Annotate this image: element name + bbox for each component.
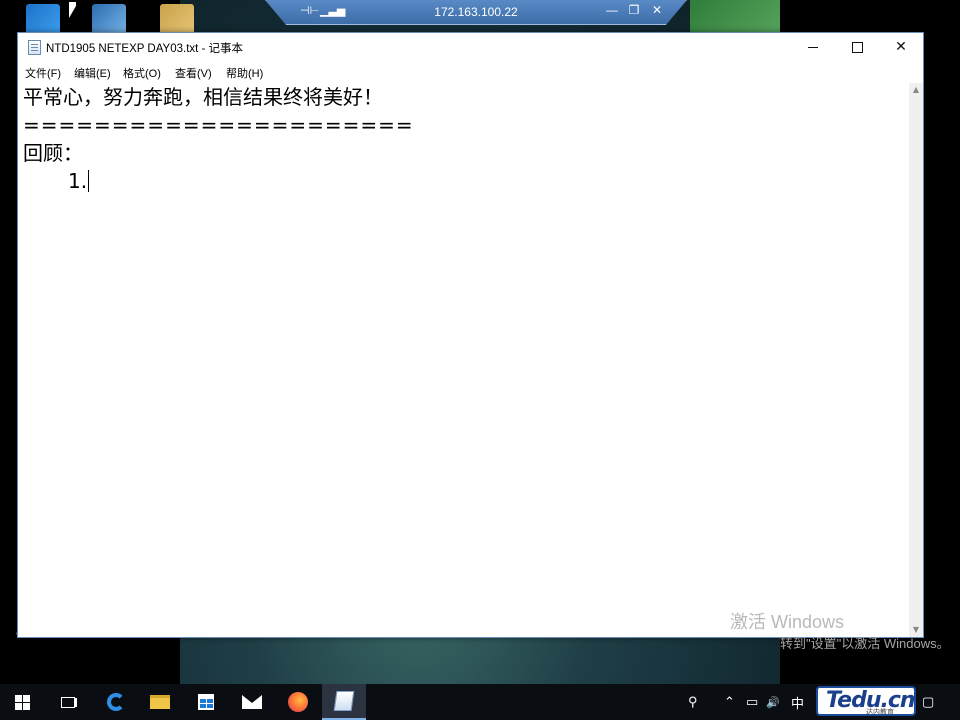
remote-restore-button[interactable]: ❐ <box>626 3 642 17</box>
text-caret <box>88 170 90 192</box>
menu-file[interactable]: 文件(F) <box>25 65 61 81</box>
menu-bar: 文件(F) 编辑(E) 格式(O) 查看(V) 帮助(H) <box>18 61 923 83</box>
notepad-window: NTD1905 NETEXP DAY03.txt - 记事本 ✕ 文件(F) 编… <box>17 32 924 638</box>
people-button[interactable]: ⚲ <box>688 684 698 720</box>
editor-line-4-text: 1. <box>68 169 88 193</box>
taskbar-notepad[interactable] <box>322 684 366 720</box>
start-button[interactable] <box>0 684 44 720</box>
minimize-icon <box>808 46 818 48</box>
menu-format[interactable]: 格式(O) <box>123 65 161 81</box>
tedu-logo-subtext: 达内教育 <box>866 708 894 716</box>
windows-logo-icon <box>14 694 30 710</box>
menu-help[interactable]: 帮助(H) <box>226 65 263 81</box>
menu-view[interactable]: 查看(V) <box>175 65 212 81</box>
edge-icon <box>107 693 125 711</box>
window-title: NTD1905 NETEXP DAY03.txt - 记事本 <box>46 43 244 55</box>
editor-line-1: 平常心，努力奔跑，相信结果终将美好！ <box>23 85 383 109</box>
activation-watermark-subtitle: 转到"设置"以激活 Windows。 <box>780 636 950 651</box>
notepad-app-icon[interactable] <box>28 40 41 55</box>
taskbar-file-explorer[interactable] <box>138 684 182 720</box>
activation-watermark-title: 激活 Windows <box>730 612 845 632</box>
minimize-button[interactable] <box>791 33 835 61</box>
taskbar-firefox[interactable] <box>276 684 320 720</box>
network-icon[interactable]: ▭ <box>746 684 758 720</box>
close-icon: ✕ <box>895 39 907 55</box>
desktop-wallpaper-accent <box>690 0 780 36</box>
show-hidden-icons-button[interactable]: ⌃ <box>724 684 735 720</box>
task-view-icon <box>61 696 75 708</box>
remote-close-button[interactable]: ✕ <box>649 3 665 17</box>
editor-line-4: 1. <box>68 167 90 195</box>
title-bar[interactable]: NTD1905 NETEXP DAY03.txt - 记事本 ✕ <box>18 33 923 61</box>
tedu-logo: Tedu.cn 达内教育 <box>816 686 916 716</box>
remote-connection-bar: ⊣⊢ ▁▃▅ 172.163.100.22 — ❐ ✕ <box>265 0 687 25</box>
folder-icon <box>150 695 170 709</box>
close-button[interactable]: ✕ <box>879 33 923 61</box>
editor-line-3: 回顾： <box>23 141 83 165</box>
mail-icon <box>242 695 262 709</box>
maximize-button[interactable] <box>835 33 879 61</box>
editor-line-2: ====================== <box>23 113 414 137</box>
text-editor[interactable]: 平常心，努力奔跑，相信结果终将美好！ =====================… <box>18 83 909 637</box>
task-view-button[interactable] <box>46 684 90 720</box>
taskbar-store[interactable] <box>184 684 228 720</box>
firefox-icon <box>288 692 308 712</box>
maximize-icon <box>851 41 863 53</box>
taskbar-mail[interactable] <box>230 684 274 720</box>
remote-host-address: 172.163.100.22 <box>434 5 518 19</box>
store-icon <box>198 694 214 710</box>
taskbar-edge[interactable] <box>94 684 138 720</box>
scroll-up-icon[interactable]: ▲ <box>909 83 923 97</box>
volume-icon[interactable]: 🔊 <box>766 684 780 720</box>
mouse-cursor-icon <box>69 2 76 18</box>
notepad-icon <box>333 691 355 711</box>
menu-edit[interactable]: 编辑(E) <box>74 65 111 81</box>
input-method-indicator[interactable]: 中 <box>791 684 804 720</box>
remote-minimize-button[interactable]: — <box>604 3 620 17</box>
vertical-scrollbar[interactable]: ▲ ▼ <box>909 83 923 637</box>
action-center-icon[interactable]: ▢ <box>922 684 934 720</box>
